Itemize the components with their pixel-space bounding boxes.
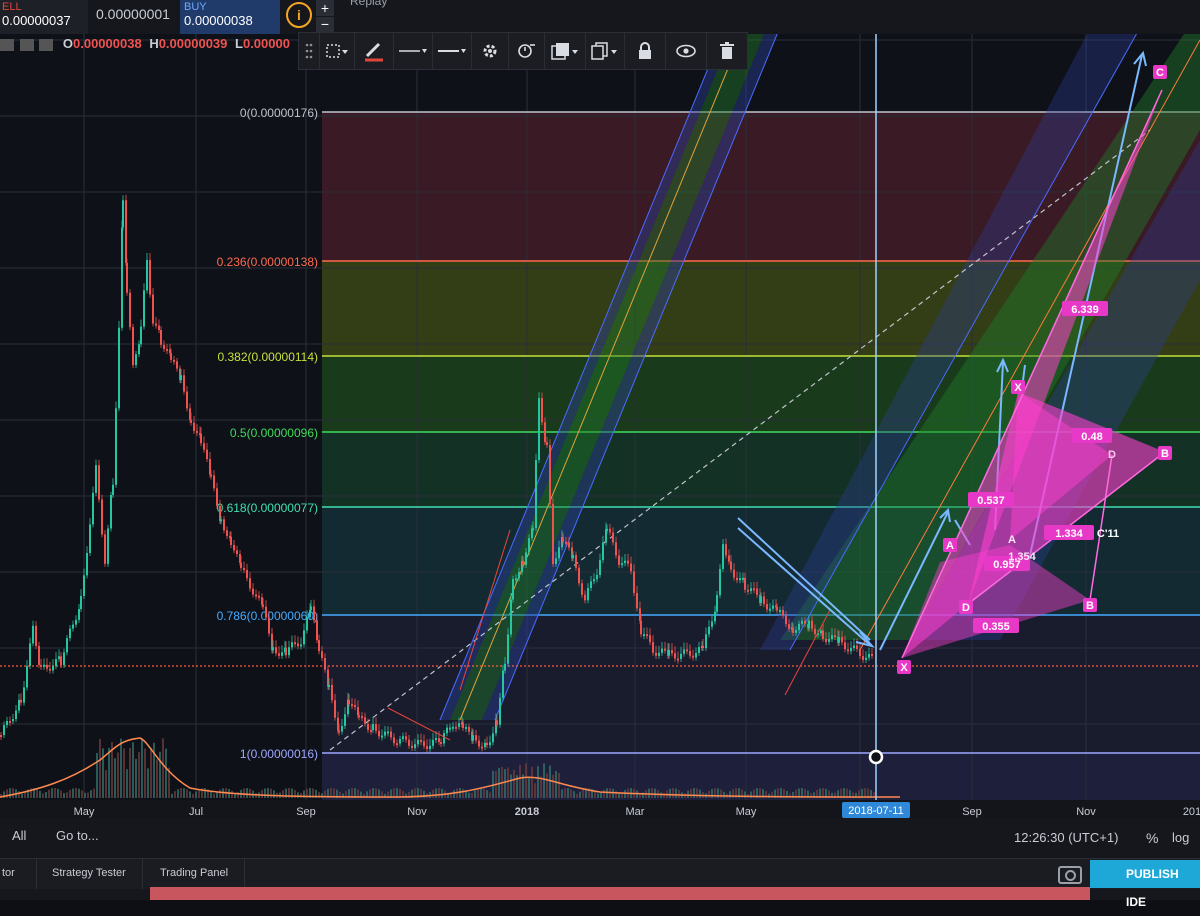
tab-strategy-tester[interactable]: Strategy Tester	[52, 867, 126, 879]
tab-trading-panel[interactable]: Trading Panel	[160, 867, 228, 879]
trash-icon[interactable]	[707, 33, 747, 69]
x-tick-nov2: Nov	[1076, 806, 1096, 818]
stack-icon[interactable]	[545, 33, 587, 69]
info-icon[interactable]: i	[286, 2, 312, 28]
x-tick-2018: 2018	[515, 806, 539, 818]
x-tick-mar: Mar	[626, 806, 645, 818]
line-width-icon[interactable]	[433, 33, 472, 69]
camera-icon[interactable]	[1058, 866, 1082, 884]
low-value: 0.00000	[242, 36, 290, 51]
lock-icon[interactable]	[625, 33, 667, 69]
legend-settings-icon[interactable]	[19, 38, 34, 51]
buy-price: 0.00000038	[184, 13, 253, 28]
ratio-6339: 6.339	[1071, 304, 1099, 316]
pattern-label-c: C	[1156, 67, 1164, 79]
log-toggle[interactable]: log	[1172, 830, 1189, 845]
ratio-1354: 1.354	[1008, 551, 1036, 563]
pattern-label-b: B	[1086, 600, 1094, 612]
x-tick-nov: Nov	[407, 806, 427, 818]
bottom-tabs: tor Strategy Tester Trading Panel	[0, 858, 1200, 889]
zoom-in-button[interactable]: +	[316, 0, 334, 16]
x-tick-2019: 201	[1183, 806, 1200, 818]
pencil-icon[interactable]	[355, 33, 394, 69]
ratio-0355: 0.355	[982, 621, 1010, 633]
buy-button[interactable]: BUY 0.00000038	[180, 0, 280, 34]
pattern-label-d: D	[962, 602, 970, 614]
x-tick-sep: Sep	[296, 806, 316, 818]
fib-label-0382: 0.382(0.00000114)	[217, 350, 318, 364]
sell-button[interactable]: ELL 0.00000037	[0, 0, 88, 34]
x-tick-may: May	[74, 806, 95, 818]
line-style-icon[interactable]	[394, 33, 433, 69]
eye-icon[interactable]	[666, 33, 708, 69]
high-key: H	[149, 36, 159, 51]
goto-button[interactable]: Go to...	[56, 828, 99, 843]
label-c11: C'11	[1097, 528, 1119, 540]
x-tick-jul: Jul	[189, 806, 203, 818]
replay-button[interactable]: Replay	[350, 0, 387, 8]
desk-edge	[150, 887, 1090, 900]
buy-label: BUY	[184, 1, 207, 13]
clock[interactable]: 12:26:30 (UTC+1)	[1014, 830, 1118, 845]
fib-label-0236: 0.236(0.00000138)	[217, 255, 318, 269]
spread-value: 0.00000001	[96, 6, 170, 22]
sell-label: ELL	[2, 1, 22, 13]
select-area-icon[interactable]	[320, 33, 355, 69]
zoom-out-button[interactable]: −	[316, 17, 334, 33]
pattern-label-x: X	[900, 662, 908, 674]
pattern-label-d2: D	[1108, 449, 1116, 461]
x-tick-may2: May	[736, 806, 757, 818]
pattern-label-b2: B	[1161, 448, 1169, 460]
percent-toggle[interactable]: %	[1146, 830, 1158, 846]
tab-screener[interactable]: tor	[2, 867, 15, 879]
crosshair-handle[interactable]	[868, 749, 884, 765]
pattern-label-x2: X	[1014, 382, 1022, 394]
high-value: 0.00000039	[158, 36, 228, 51]
ratio-0537: 0.537	[977, 495, 1005, 507]
fib-label-05: 0.5(0.00000096)	[230, 426, 318, 440]
clone-icon[interactable]	[586, 33, 626, 69]
open-key: O	[62, 36, 73, 51]
trade-bar: ELL 0.00000037 0.00000001 BUY 0.00000038…	[0, 0, 1200, 34]
x-tick-sep2: Sep	[962, 806, 982, 818]
open-value: 0.00000038	[73, 36, 142, 51]
cursor-date: 2018-07-11	[848, 805, 903, 817]
fib-label-0: 0(0.00000176)	[240, 106, 318, 120]
fib-label-1: 1(0.00000016)	[240, 747, 318, 761]
fib-label-0786: 0.786(0.00000060)	[217, 609, 318, 623]
fib-label-0618: 0.618(0.00000077)	[217, 501, 318, 515]
sell-price: 0.00000037	[2, 13, 71, 28]
publish-idea-button[interactable]: PUBLISH IDE	[1090, 860, 1200, 909]
time-axis	[0, 800, 1200, 818]
timeframe-all[interactable]: All	[12, 828, 26, 843]
pattern-label-a2: A	[1008, 534, 1016, 546]
ratio-048: 0.48	[1081, 431, 1102, 443]
price-chart[interactable]: 0(0.00000176) 0.236(0.00000138) 0.382(0.…	[0, 0, 1200, 818]
low-key: L	[235, 36, 243, 51]
legend-close-icon[interactable]	[39, 38, 54, 51]
drawing-toolbar	[298, 32, 748, 70]
alert-icon[interactable]	[509, 33, 546, 69]
drag-handle-icon[interactable]	[299, 33, 320, 69]
ratio-1334: 1.334	[1055, 528, 1083, 540]
ohlc-legend: O0.00000038 H0.00000039 L0.00000	[0, 36, 290, 51]
legend-visibility-icon[interactable]	[0, 38, 14, 51]
pattern-label-a: A	[946, 540, 954, 552]
gear-icon[interactable]	[472, 33, 509, 69]
